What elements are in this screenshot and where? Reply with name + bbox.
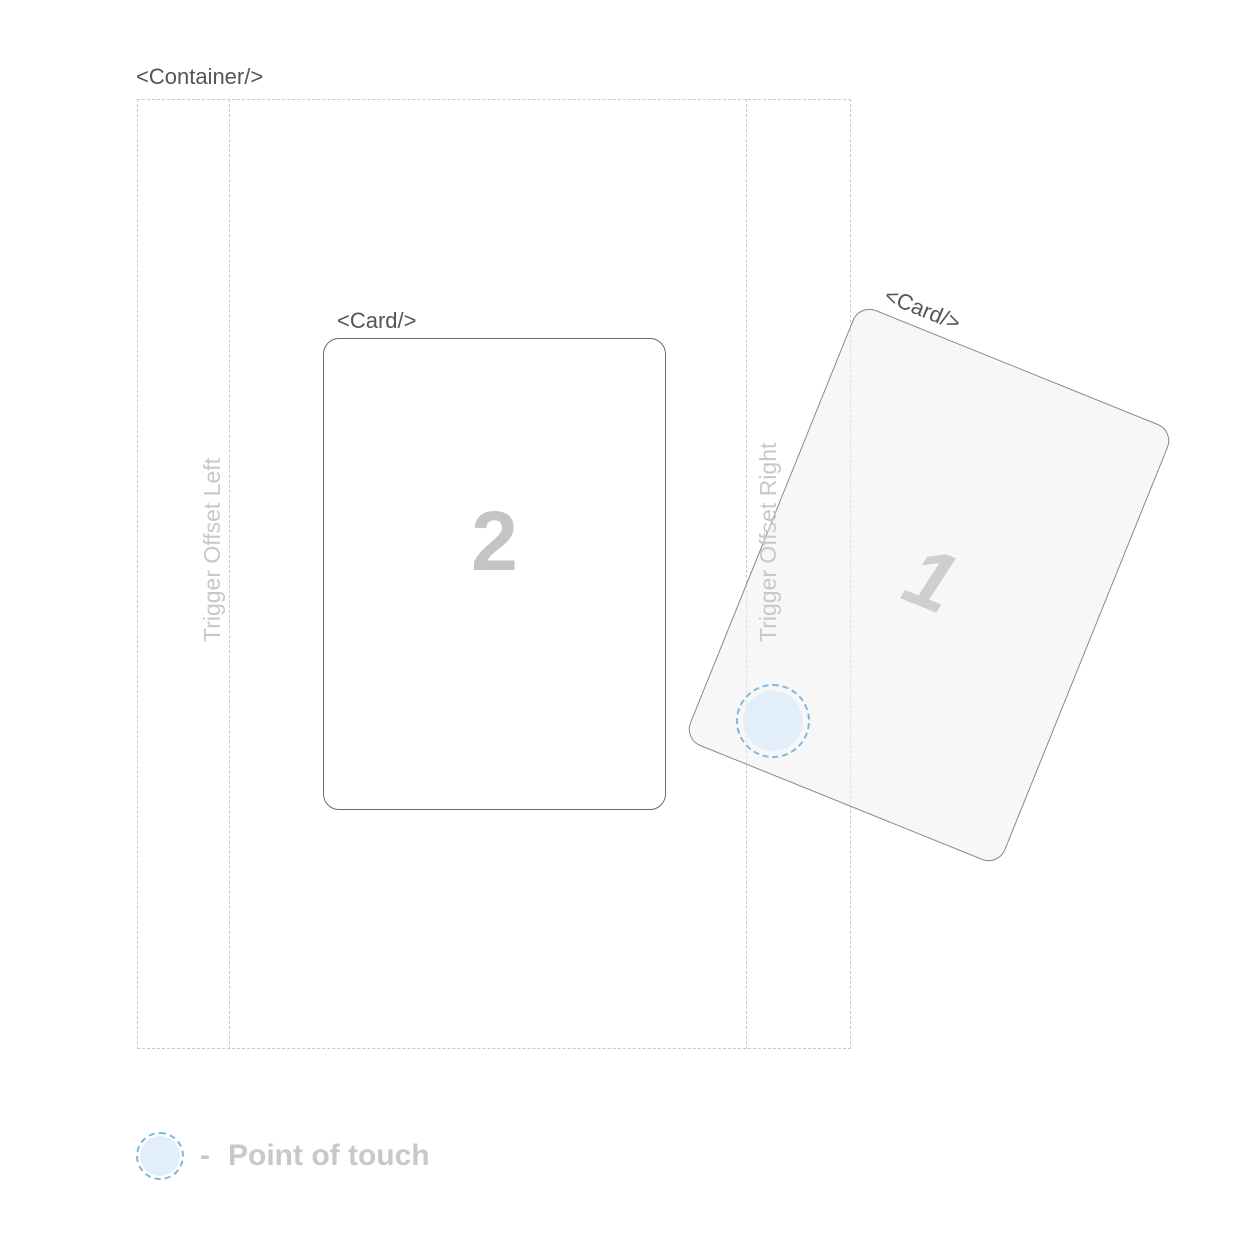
trigger-offset-left-label: Trigger Offset Left	[199, 457, 225, 642]
legend: - Point of touch	[136, 1132, 430, 1180]
card-2-label: <Card/>	[337, 308, 417, 333]
card-1-number: 1	[891, 527, 971, 632]
trigger-offset-right-label: Trigger Offset Right	[755, 442, 781, 642]
legend-text: Point of touch	[228, 1139, 430, 1172]
card-1-label: <Card/>	[881, 282, 965, 336]
legend-separator: -	[200, 1139, 210, 1172]
card-2: 2	[323, 338, 666, 810]
card-2-number: 2	[471, 494, 518, 588]
trigger-offset-right-line	[746, 99, 747, 1049]
legend-touch-point-icon	[136, 1132, 184, 1180]
touch-point-icon	[736, 684, 810, 758]
trigger-offset-left-line	[229, 99, 230, 1049]
container-label: <Container/>	[136, 64, 264, 89]
